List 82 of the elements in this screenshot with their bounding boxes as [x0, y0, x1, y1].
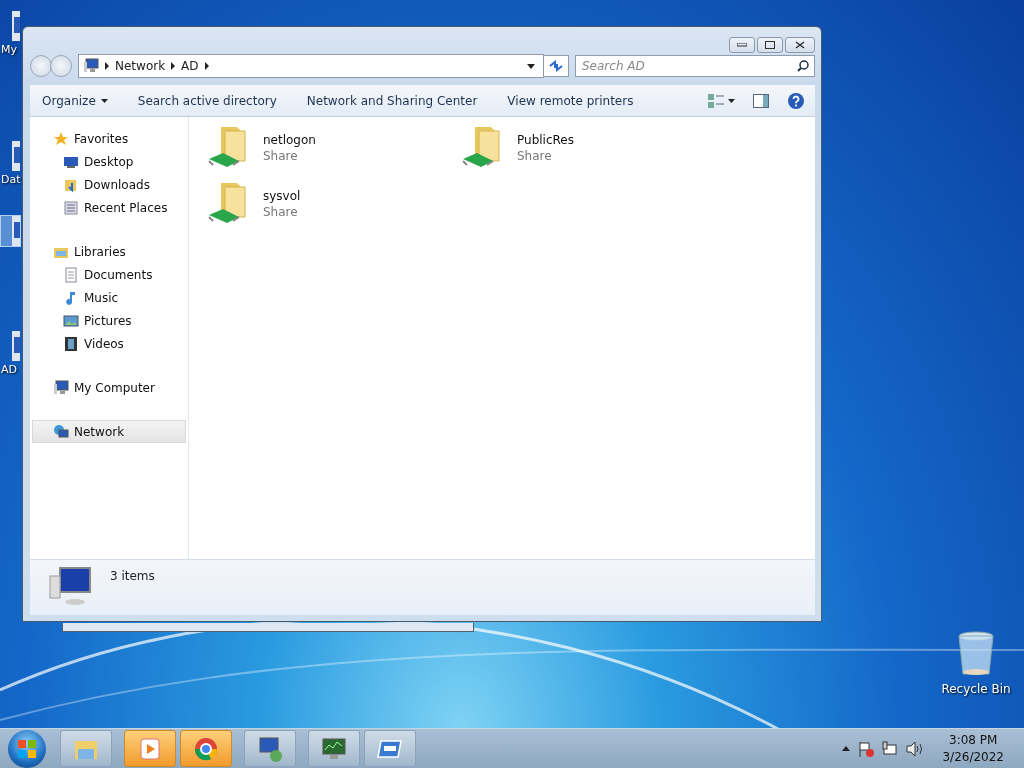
recycle-bin-label: Recycle Bin [941, 682, 1011, 696]
nav-item[interactable]: Documents [32, 263, 186, 286]
chevron-icon[interactable] [204, 62, 209, 70]
network-globe-icon [53, 423, 69, 440]
desktop-icon[interactable] [0, 215, 21, 247]
nav-item[interactable]: Desktop [32, 150, 186, 173]
toolbar-button[interactable]: Search active directory [137, 93, 277, 108]
taskbar-button[interactable] [180, 730, 232, 767]
document-icon [63, 266, 79, 283]
desktop-icon-label: AD [1, 363, 17, 376]
toolbar-button[interactable]: View remote printers [507, 93, 634, 108]
pane-icon [753, 93, 769, 108]
background-window[interactable] [62, 623, 474, 632]
desktop-icon[interactable]: My [0, 10, 21, 57]
nav-item[interactable]: Pictures [32, 309, 186, 332]
picture-icon [63, 312, 79, 329]
close-button[interactable] [785, 37, 815, 53]
chevron-icon[interactable] [105, 62, 109, 70]
refresh-button[interactable] [543, 55, 569, 77]
file-name[interactable]: sysvol [263, 189, 301, 203]
windows-logo-icon [17, 738, 37, 759]
toolbar-button[interactable]: Network and Sharing Center [306, 93, 478, 108]
volume-icon[interactable] [906, 740, 925, 757]
taskbar-button[interactable] [308, 730, 360, 767]
help-icon [787, 91, 805, 110]
nav-item[interactable]: Favorites [32, 127, 186, 150]
taskbar-button[interactable] [124, 730, 176, 767]
view-options-button[interactable] [708, 93, 735, 108]
nav-item[interactable]: Recent Places [32, 196, 186, 219]
clock-date: 3/26/2022 [942, 748, 1004, 766]
desktop-icon[interactable]: AD [0, 330, 21, 377]
clock-time: 3:08 PM [949, 731, 998, 749]
star-icon [53, 130, 69, 147]
item-count: 3 items [110, 568, 155, 585]
film-icon [63, 335, 79, 352]
nav-item[interactable]: Libraries [32, 240, 186, 263]
file-type: Share [263, 149, 299, 163]
toolbar-button[interactable]: Organize [42, 93, 108, 108]
nav-item[interactable]: Network [32, 420, 186, 443]
network-icon[interactable] [882, 740, 899, 757]
file-name[interactable]: PublicRes [517, 133, 574, 147]
file-name[interactable]: netlogon [263, 133, 316, 147]
preview-pane-button[interactable] [753, 93, 769, 108]
computer-icon [83, 58, 99, 74]
shortcut-icon [12, 216, 20, 246]
show-hidden-icons-icon[interactable] [842, 746, 851, 751]
search-field[interactable]: Search AD [575, 55, 815, 77]
caret-icon [728, 98, 735, 103]
maximize-icon [765, 41, 775, 49]
nav-item[interactable]: Videos [32, 332, 186, 355]
recycle-bin-icon[interactable] [956, 630, 996, 678]
dropdown-arrow-icon[interactable] [527, 63, 535, 69]
desktop-icon-label: Dat [1, 173, 21, 186]
desktop-icon-label: My [1, 43, 17, 56]
help-button[interactable] [787, 91, 805, 110]
shortcut-icon [12, 331, 20, 361]
file-type: Share [517, 149, 553, 163]
file-type: Share [263, 205, 299, 219]
nav-item[interactable]: My Computer [32, 376, 186, 399]
chevron-icon[interactable] [171, 62, 176, 70]
maximize-button[interactable] [757, 37, 783, 53]
shortcut-icon [12, 141, 20, 171]
taskbar-button[interactable] [244, 730, 296, 767]
computer-icon [53, 379, 69, 396]
view-list-icon [708, 93, 724, 108]
breadcrumb[interactable]: Network [115, 59, 166, 73]
minimize-icon [737, 43, 747, 47]
shortcut-icon [12, 11, 20, 41]
address-bar[interactable]: Network AD [78, 54, 544, 78]
nav-item[interactable]: Music [32, 286, 186, 309]
recent-icon [63, 199, 79, 216]
search-icon[interactable] [797, 60, 809, 72]
close-icon [795, 41, 805, 49]
flag-icon[interactable] [858, 740, 875, 757]
breadcrumb[interactable]: AD [181, 59, 199, 73]
desktop-icon[interactable]: Dat [0, 140, 21, 187]
computer-icon [48, 566, 94, 608]
start-button[interactable] [8, 729, 46, 768]
nav-item[interactable]: Downloads [32, 173, 186, 196]
remote-desktop-icon [256, 734, 284, 763]
taskbar-button[interactable] [364, 730, 416, 767]
clock[interactable]: 3:08 PM 3/26/2022 [942, 731, 1004, 766]
